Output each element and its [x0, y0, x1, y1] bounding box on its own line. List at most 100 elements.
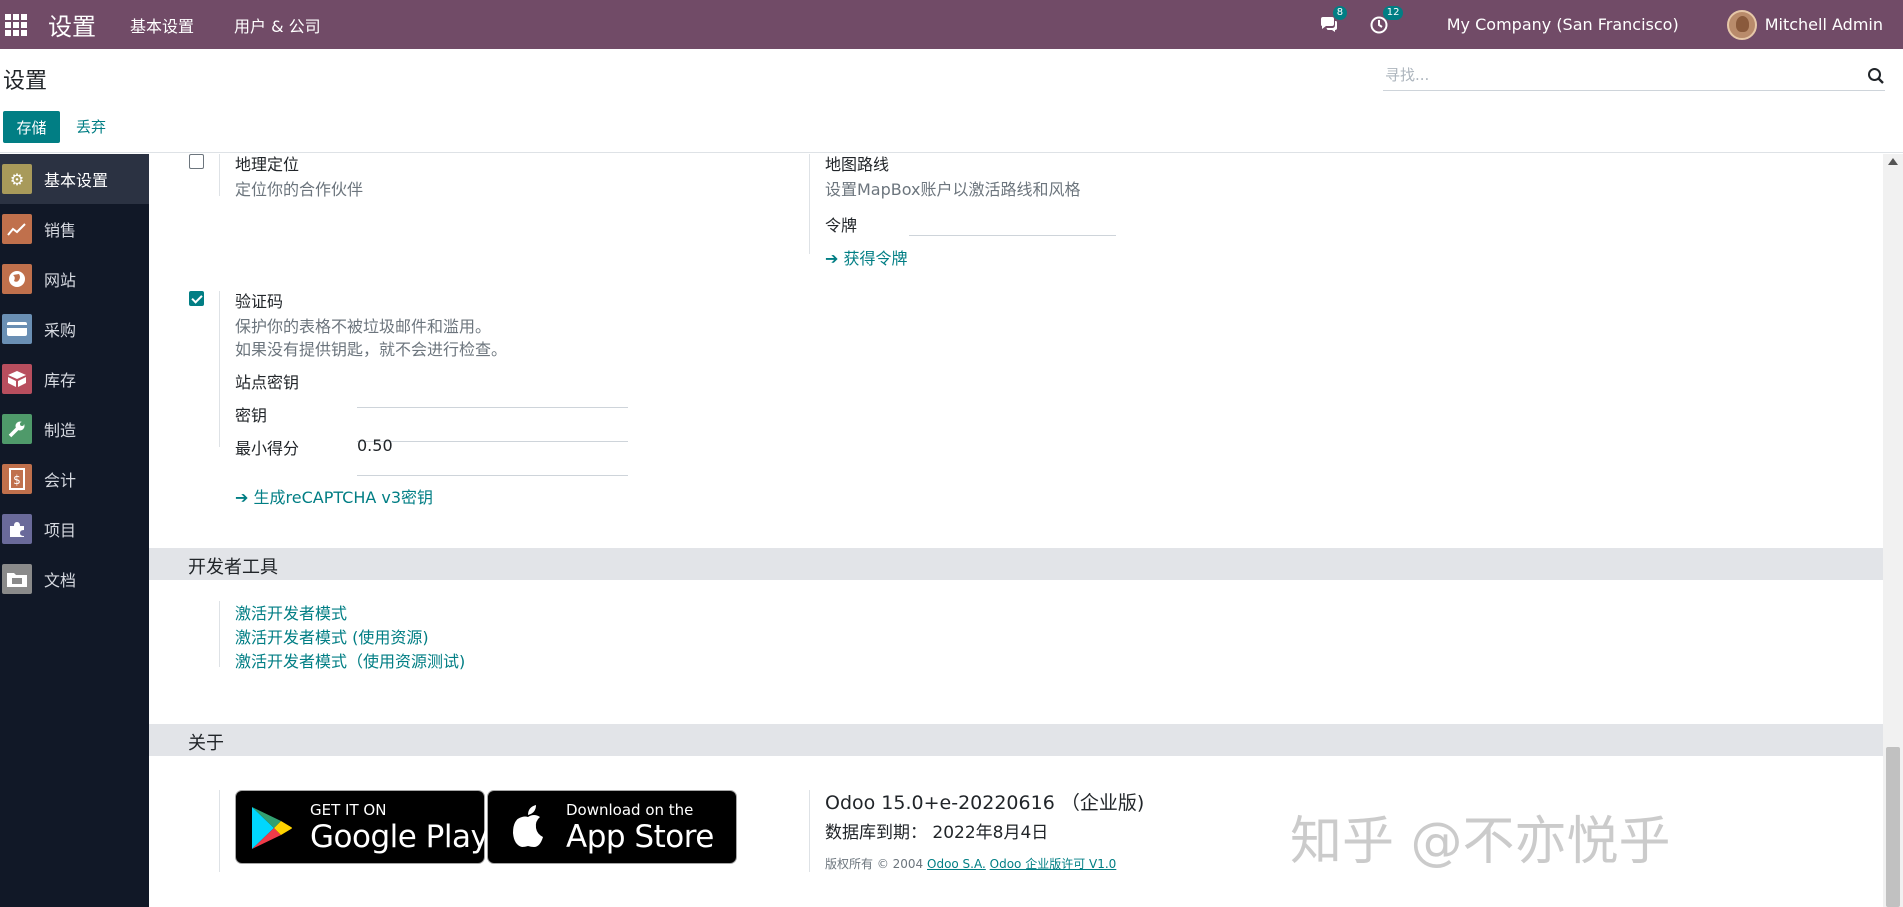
top-navbar: 设置 基本设置 用户 & 公司 8 12 My Company (San Fra… [0, 0, 1903, 49]
divider [809, 790, 810, 872]
sidebar-item-label: 销售 [44, 221, 77, 240]
discard-button[interactable]: 丢弃 [68, 111, 114, 143]
control-panel: 设置 存储 丢弃 [0, 49, 1903, 153]
section-title: 关于 [188, 733, 224, 754]
divider [219, 291, 220, 447]
scroll-thumb[interactable] [1886, 747, 1900, 907]
copyright: 版权所有 © 2004 Odoo S.A. Odoo 企业版许可 V1.0 [825, 855, 1116, 872]
divider [219, 154, 220, 196]
secret-key-field[interactable] [357, 441, 628, 442]
site-key-field[interactable] [357, 407, 628, 408]
google-play-small-text: GET IT ON [310, 801, 387, 819]
arrow-right-icon: ➔ [825, 249, 844, 268]
sidebar-item-label: 基本设置 [44, 171, 109, 190]
sidebar-item-label: 文档 [44, 571, 77, 590]
search-icon[interactable] [1867, 67, 1885, 85]
sidebar-item-manufacturing[interactable]: 制造 [0, 404, 149, 454]
menu-general-settings[interactable]: 基本设置 [130, 13, 194, 37]
globe-icon [2, 264, 32, 294]
divider [219, 790, 220, 872]
activities-button[interactable]: 12 [1369, 5, 1404, 37]
sidebar-item-sales[interactable]: 销售 [0, 204, 149, 254]
settings-content: 地理定位 定位你的合作伙伴 地图路线 设置MapBox账户以激活路线和风格 令牌… [149, 154, 1883, 907]
site-key-label: 站点密钥 [235, 373, 300, 392]
min-score-value[interactable]: 0.50 [357, 436, 393, 455]
min-score-field[interactable] [357, 475, 628, 476]
captcha-description-2: 如果没有提供钥匙，就不会进行检查。 [235, 340, 508, 359]
token-label: 令牌 [825, 216, 858, 235]
watermark: 知乎 @不亦悦乎 [1290, 812, 1671, 872]
expiry-label: 数据库到期： [825, 823, 927, 843]
token-field[interactable] [909, 235, 1116, 236]
messages-count-badge: 8 [1332, 5, 1348, 20]
sidebar-item-inventory[interactable]: 库存 [0, 354, 149, 404]
user-menu[interactable]: Mitchell Admin [1726, 9, 1883, 40]
section-about: 关于 [149, 724, 1883, 756]
search-bar [1383, 61, 1885, 91]
messages-button[interactable]: 8 [1319, 5, 1348, 37]
sidebar-item-label: 库存 [44, 371, 77, 390]
app-store-small-text: Download on the [566, 801, 694, 819]
divider [809, 154, 810, 254]
google-play-big-text: Google Play [310, 819, 489, 855]
activate-dev-mode-tests-link[interactable]: 激活开发者模式（使用资源测试) [235, 648, 465, 672]
activate-dev-mode-link[interactable]: 激活开发者模式 [235, 600, 347, 624]
search-input[interactable] [1383, 61, 1843, 89]
user-name: Mitchell Admin [1764, 15, 1883, 34]
sidebar-item-accounting[interactable]: $ 会计 [0, 454, 149, 504]
expiry-date: 2022年8月4日 [932, 823, 1049, 843]
sidebar-item-website[interactable]: 网站 [0, 254, 149, 304]
geo-checkbox[interactable] [189, 154, 204, 169]
apple-icon [513, 805, 543, 847]
map-title: 地图路线 [825, 155, 890, 174]
google-play-icon [252, 807, 292, 849]
database-expiry: 数据库到期： 2022年8月4日 [825, 818, 1048, 843]
sidebar-item-documents[interactable]: 文档 [0, 554, 149, 604]
divider [219, 601, 220, 667]
wrench-icon [2, 414, 32, 444]
app-store-badge[interactable]: Download on the App Store [487, 790, 737, 864]
min-score-label: 最小得分 [235, 439, 300, 458]
app-store-big-text: App Store [566, 819, 714, 855]
app-brand[interactable]: 设置 [48, 7, 96, 42]
box-icon [2, 364, 32, 394]
scroll-up-icon[interactable] [1888, 158, 1898, 165]
geo-description: 定位你的合作伙伴 [235, 180, 364, 199]
geo-title: 地理定位 [235, 155, 300, 174]
card-icon [2, 314, 32, 344]
content-scrollbar[interactable] [1883, 154, 1903, 907]
arrow-right-icon: ➔ [235, 488, 254, 507]
svg-text:$: $ [13, 473, 21, 487]
app-grid-icon[interactable] [4, 13, 28, 37]
section-title: 开发者工具 [188, 557, 278, 578]
google-play-badge[interactable]: GET IT ON Google Play [235, 790, 489, 864]
company-switcher[interactable]: My Company (San Francisco) [1447, 15, 1679, 34]
page-title: 设置 [3, 69, 48, 94]
captcha-checkbox[interactable] [189, 291, 204, 306]
puzzle-icon [2, 514, 32, 544]
save-button[interactable]: 存储 [3, 111, 60, 143]
secret-key-label: 密钥 [235, 406, 268, 425]
sidebar-item-purchase[interactable]: 采购 [0, 304, 149, 354]
license-link[interactable]: Odoo 企业版许可 V1.0 [990, 857, 1117, 871]
sidebar-item-label: 制造 [44, 421, 77, 440]
activate-dev-mode-assets-link[interactable]: 激活开发者模式 (使用资源) [235, 624, 429, 648]
sidebar-item-project[interactable]: 项目 [0, 504, 149, 554]
sidebar-item-general[interactable]: ⚙ 基本设置 [0, 154, 149, 204]
avatar [1726, 9, 1757, 40]
invoice-icon: $ [2, 464, 32, 494]
menu-users-companies[interactable]: 用户 & 公司 [234, 13, 321, 37]
sidebar-item-label: 项目 [44, 521, 77, 540]
sidebar-item-label: 会计 [44, 471, 77, 490]
map-description: 设置MapBox账户以激活路线和风格 [825, 180, 1081, 199]
settings-sidebar: ⚙ 基本设置 销售 网站 采购 库存 制造 $ 会计 项目 文档 [0, 154, 149, 907]
captcha-title: 验证码 [235, 292, 284, 311]
sidebar-item-label: 采购 [44, 321, 77, 340]
get-token-link[interactable]: ➔ 获得令牌 [825, 245, 908, 269]
odoo-sa-link[interactable]: Odoo S.A. [927, 857, 986, 871]
odoo-version: Odoo 15.0+e-20220616 （企业版) [825, 792, 1145, 814]
sidebar-item-label: 网站 [44, 271, 77, 290]
captcha-description-1: 保护你的表格不被垃圾邮件和滥用。 [235, 317, 492, 336]
gear-icon: ⚙ [2, 164, 32, 194]
generate-recaptcha-link[interactable]: ➔ 生成reCAPTCHA v3密钥 [235, 484, 433, 508]
